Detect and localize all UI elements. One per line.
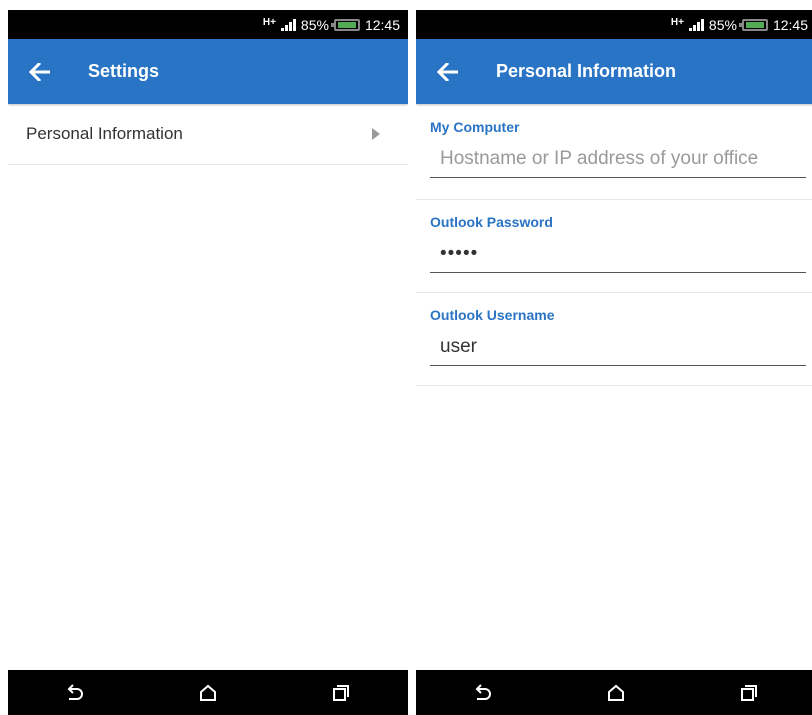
battery-icon [738, 18, 768, 31]
network-type: H+ [262, 17, 276, 28]
field-outlook-username: Outlook Username [416, 292, 812, 386]
list-item-label: Personal Information [26, 124, 183, 143]
app-bar: Settings [8, 39, 408, 104]
back-button[interactable] [8, 39, 72, 104]
clock: 12:45 [364, 16, 400, 33]
signal-icon [688, 18, 704, 31]
username-input[interactable] [430, 328, 806, 366]
back-icon [67, 683, 83, 700]
nav-home-button[interactable] [593, 670, 639, 715]
nav-recents-button[interactable] [726, 670, 772, 715]
recents-icon [741, 684, 758, 701]
personal-information-screen: H+ 85% 12:45 Personal Information My Com… [416, 10, 812, 715]
nav-back-button[interactable] [52, 670, 98, 715]
field-outlook-password: Outlook Password [416, 199, 812, 293]
app-bar: Personal Information [416, 39, 812, 104]
nav-bar [416, 670, 812, 715]
recents-icon [333, 684, 350, 701]
back-button[interactable] [416, 39, 480, 104]
field-label: Outlook Username [430, 307, 555, 323]
chevron-right-icon [372, 128, 380, 140]
home-icon [607, 684, 624, 701]
field-label: Outlook Password [430, 214, 553, 230]
settings-screen: H+ 85% 12:45 Settings Personal Informati… [8, 10, 408, 715]
battery-percent: 85% [708, 16, 737, 33]
battery-icon [330, 18, 360, 31]
clock: 12:45 [772, 16, 808, 33]
network-type: H+ [670, 17, 684, 28]
list-item-personal-information[interactable]: Personal Information [8, 104, 408, 165]
home-icon [199, 684, 216, 701]
battery-percent: 85% [300, 16, 329, 33]
status-bar: H+ 85% 12:45 [416, 10, 812, 39]
status-bar: H+ 85% 12:45 [8, 10, 408, 39]
arrow-left-icon [437, 62, 458, 81]
password-input[interactable] [430, 235, 806, 273]
back-icon [475, 683, 491, 700]
page-title: Settings [88, 61, 160, 81]
signal-icon [280, 18, 296, 31]
nav-back-button[interactable] [460, 670, 506, 715]
status-area: H+ 85% 12:45 [263, 10, 400, 39]
hostname-input[interactable] [430, 140, 806, 178]
field-my-computer: My Computer [416, 104, 812, 200]
nav-recents-button[interactable] [318, 670, 364, 715]
field-label: My Computer [430, 119, 520, 135]
nav-home-button[interactable] [185, 670, 231, 715]
status-area: H+ 85% 12:45 [671, 10, 808, 39]
nav-bar [8, 670, 408, 715]
page-title: Personal Information [496, 61, 677, 81]
arrow-left-icon [29, 62, 50, 81]
